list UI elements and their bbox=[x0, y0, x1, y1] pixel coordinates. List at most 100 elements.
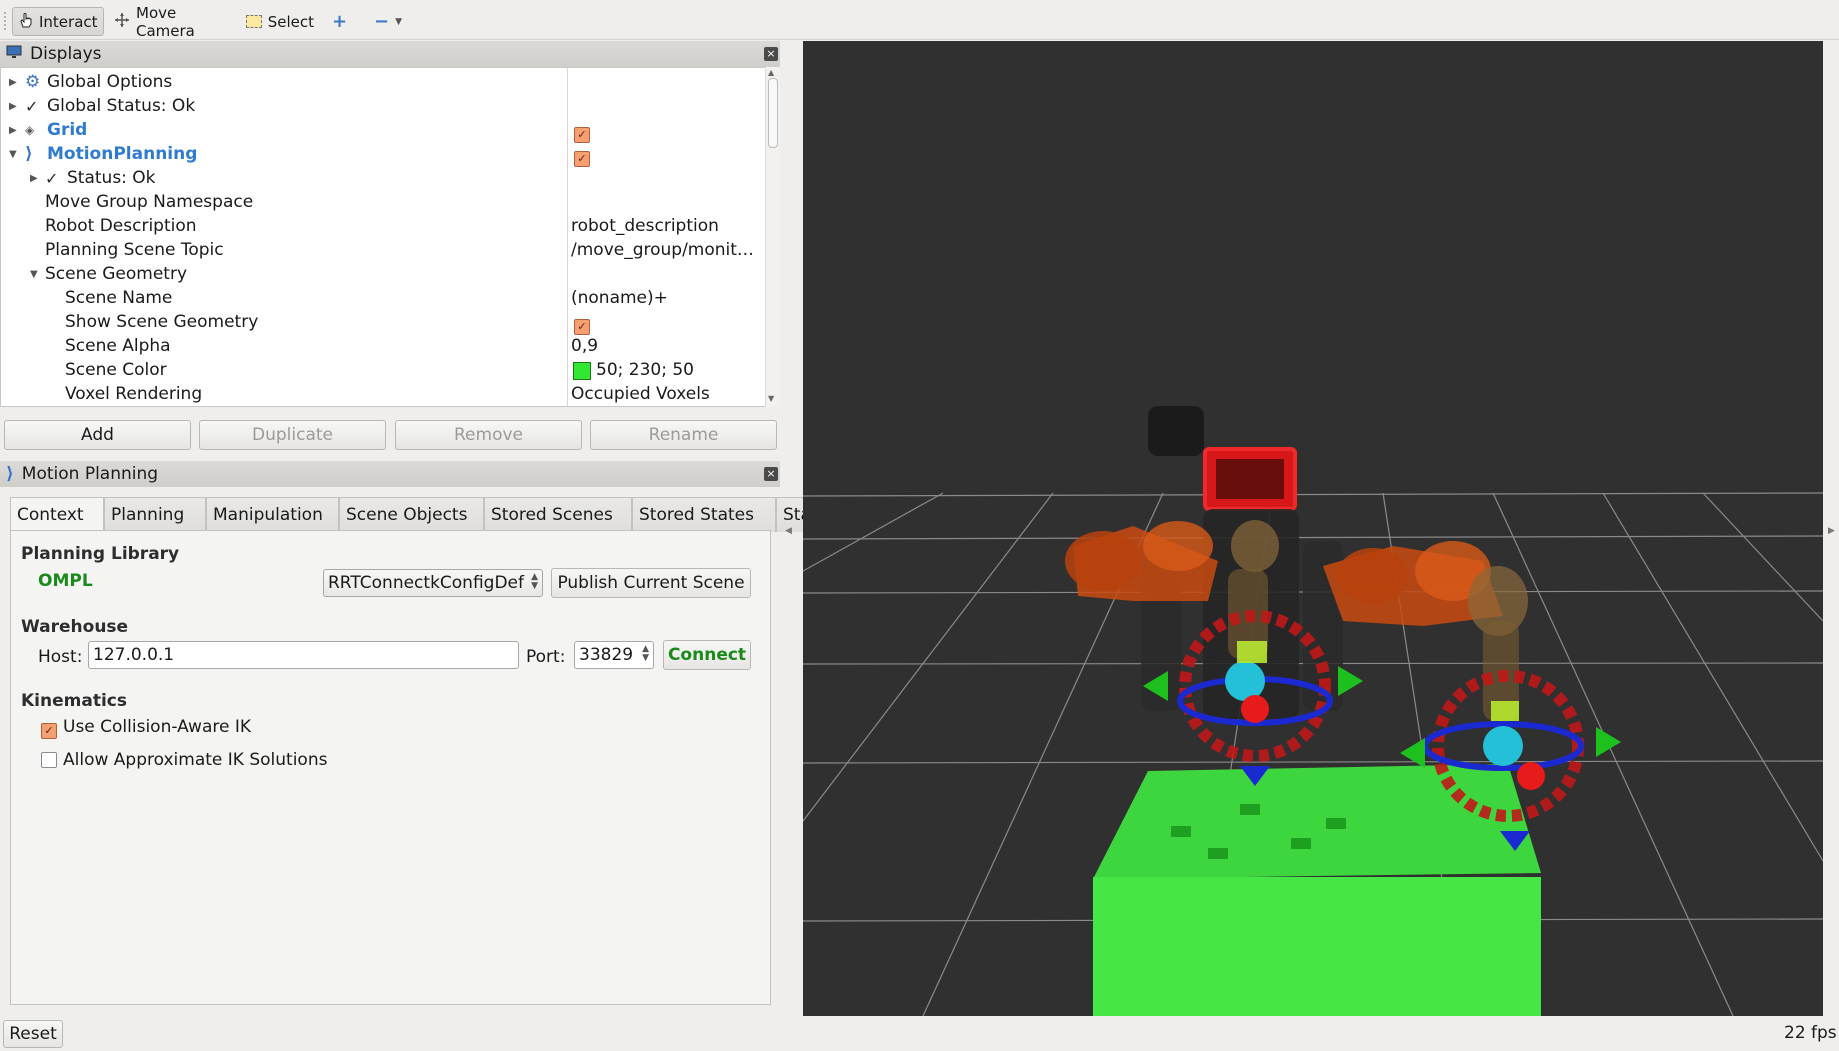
grid-enabled-checkbox[interactable]: ✓ bbox=[574, 123, 590, 143]
displays-dock-title[interactable]: Displays bbox=[0, 41, 780, 67]
move-camera-label: Move Camera bbox=[136, 3, 195, 40]
tree-label: Scene Name bbox=[65, 288, 173, 308]
port-value: 33829 bbox=[579, 645, 634, 665]
duplicate-display-button[interactable]: Duplicate bbox=[199, 420, 386, 450]
motion-planning-icon: ⟩ bbox=[25, 144, 33, 164]
spin-arrows-icon[interactable]: ▲ ▼ bbox=[642, 645, 649, 663]
add-tool-button[interactable]: + bbox=[326, 7, 350, 36]
interact-button[interactable]: Interact bbox=[12, 7, 104, 36]
tree-row-global-options[interactable]: ▶ ⚙ Global Options bbox=[1, 70, 753, 94]
expand-arrow-icon[interactable]: ▶ bbox=[30, 173, 38, 184]
scroll-down-icon[interactable]: ▼ bbox=[768, 394, 774, 403]
tab-manipulation[interactable]: Manipulation bbox=[206, 497, 339, 532]
collapse-arrow-icon[interactable]: ▼ bbox=[9, 149, 17, 160]
tree-row-voxel-rendering[interactable]: Voxel Rendering Occupied Voxels bbox=[1, 382, 753, 406]
add-display-button[interactable]: Add bbox=[4, 420, 191, 450]
tree-row-robot-description[interactable]: Robot Description robot_description bbox=[1, 214, 753, 238]
select-label: Select bbox=[267, 12, 314, 31]
tree-label: Planning Scene Topic bbox=[45, 240, 224, 260]
tree-value[interactable]: Occupied Voxels bbox=[571, 384, 710, 404]
motion-planning-dock-title[interactable]: ⟩ Motion Planning bbox=[0, 461, 780, 487]
tree-row-grid[interactable]: ▶ ◈ Grid ✓ bbox=[1, 118, 753, 143]
select-button[interactable]: Select bbox=[240, 7, 320, 36]
planning-library-heading: Planning Library bbox=[21, 544, 180, 564]
remove-tool-button[interactable]: − ▼ bbox=[368, 7, 404, 36]
tree-row-status[interactable]: ▶ ✓ Status: Ok bbox=[1, 166, 753, 190]
hand-pointer-icon bbox=[19, 12, 33, 32]
tree-row-move-group-namespace[interactable]: Move Group Namespace bbox=[1, 190, 753, 214]
tree-value[interactable]: 50; 230; 50 bbox=[596, 360, 694, 380]
expand-arrow-icon[interactable]: ▶ bbox=[9, 125, 17, 136]
close-icon[interactable]: × bbox=[764, 467, 778, 481]
tree-label: Scene Geometry bbox=[45, 264, 188, 284]
motion-planning-enabled-checkbox[interactable]: ✓ bbox=[574, 147, 590, 167]
motion-planning-icon: ⟩ bbox=[6, 464, 14, 484]
reset-button[interactable]: Reset bbox=[3, 1020, 63, 1048]
show-scene-geometry-checkbox[interactable]: ✓ bbox=[574, 315, 590, 335]
tree-value[interactable]: robot_description bbox=[571, 216, 719, 236]
remove-display-button[interactable]: Remove bbox=[395, 420, 582, 450]
spin-arrows-icon: ▲ ▼ bbox=[531, 572, 538, 591]
planner-select[interactable]: RRTConnectkConfigDef ▲ ▼ bbox=[323, 569, 543, 597]
approximate-ik-checkbox[interactable] bbox=[41, 752, 57, 772]
tab-planning[interactable]: Planning bbox=[104, 497, 206, 532]
scroll-up-icon[interactable]: ▲ bbox=[768, 68, 774, 77]
expand-arrow-icon[interactable]: ▶ bbox=[9, 101, 17, 112]
collapse-arrow-icon[interactable]: ▼ bbox=[30, 269, 38, 280]
tree-label: Move Group Namespace bbox=[45, 192, 254, 212]
scene-render bbox=[803, 406, 1823, 1016]
context-tab-body: Planning Library OMPL RRTConnectkConfigD… bbox=[10, 530, 771, 1005]
publish-current-scene-button[interactable]: Publish Current Scene bbox=[551, 568, 751, 598]
tree-value[interactable]: (noname)+ bbox=[571, 288, 668, 308]
connect-button[interactable]: Connect bbox=[663, 640, 751, 670]
fps-readout: 22 fps bbox=[1784, 1023, 1837, 1043]
tree-label: Grid bbox=[47, 120, 88, 140]
splitter-left-icon[interactable]: ◀ bbox=[785, 526, 792, 536]
splitter-right-icon[interactable]: ▶ bbox=[1828, 526, 1835, 536]
tree-label: Global Options bbox=[47, 72, 173, 92]
interact-label: Interact bbox=[39, 12, 98, 31]
planner-select-value: RRTConnectkConfigDef bbox=[328, 573, 524, 593]
close-icon[interactable]: × bbox=[764, 47, 778, 61]
tree-row-planning-scene-topic[interactable]: Planning Scene Topic /move_group/monit… bbox=[1, 238, 754, 262]
collision-aware-ik-checkbox[interactable]: ✓ bbox=[41, 719, 57, 739]
tab-stored-states[interactable]: Stored States bbox=[632, 497, 776, 532]
tree-label: Scene Alpha bbox=[65, 336, 171, 356]
toolbar-grip[interactable] bbox=[4, 12, 7, 30]
main-toolbar: Interact Move Camera Select + − ▼ bbox=[0, 0, 1839, 40]
tab-context[interactable]: Context bbox=[10, 497, 104, 533]
tree-label: Voxel Rendering bbox=[65, 384, 203, 404]
host-input[interactable]: 127.0.0.1 bbox=[88, 641, 519, 669]
chevron-down-icon: ▼ bbox=[395, 16, 403, 27]
tree-row-motion-planning[interactable]: ▼ ⟩ MotionPlanning ✓ bbox=[1, 142, 753, 167]
tree-row-show-scene-geometry[interactable]: Show Scene Geometry ✓ bbox=[1, 310, 753, 335]
grid-icon: ◈ bbox=[25, 123, 35, 137]
rename-display-button[interactable]: Rename bbox=[590, 420, 777, 450]
tree-row-scene-geometry[interactable]: ▼ Scene Geometry bbox=[1, 262, 753, 286]
expand-arrow-icon[interactable]: ▶ bbox=[9, 77, 17, 88]
tree-row-scene-color[interactable]: Scene Color 50; 230; 50 bbox=[1, 358, 753, 382]
tree-label: Global Status: Ok bbox=[47, 96, 196, 116]
tree-value[interactable]: /move_group/monit… bbox=[571, 240, 754, 260]
render-3d-view[interactable] bbox=[803, 41, 1823, 1016]
collision-aware-ik-label: Use Collision-Aware IK bbox=[63, 717, 252, 737]
tree-row-global-status[interactable]: ▶ ✓ Global Status: Ok bbox=[1, 94, 753, 118]
displays-title: Displays bbox=[30, 44, 102, 64]
plus-icon: + bbox=[332, 11, 348, 32]
tab-scene-objects[interactable]: Scene Objects bbox=[339, 497, 484, 532]
tree-label: Robot Description bbox=[45, 216, 197, 236]
move-camera-button[interactable]: Move Camera bbox=[108, 4, 228, 40]
displays-scroll-thumb[interactable] bbox=[768, 78, 778, 148]
tree-value[interactable]: 0,9 bbox=[571, 336, 598, 356]
tree-row-scene-alpha[interactable]: Scene Alpha 0,9 bbox=[1, 334, 753, 358]
tree-row-scene-name[interactable]: Scene Name (noname)+ bbox=[1, 286, 753, 310]
approximate-ik-label: Allow Approximate IK Solutions bbox=[63, 750, 328, 770]
checkmark-icon: ✓ bbox=[45, 168, 59, 188]
port-stepper[interactable]: 33829 ▲ ▼ bbox=[574, 641, 654, 669]
scene-color-swatch[interactable] bbox=[573, 362, 591, 380]
displays-tree: ▶ ⚙ Global Options ▶ ✓ Global Status: Ok… bbox=[0, 67, 771, 407]
checkmark-icon: ✓ bbox=[25, 96, 39, 116]
tree-label: MotionPlanning bbox=[47, 144, 198, 164]
host-label: Host: bbox=[38, 647, 83, 667]
tab-stored-scenes[interactable]: Stored Scenes bbox=[484, 497, 632, 532]
